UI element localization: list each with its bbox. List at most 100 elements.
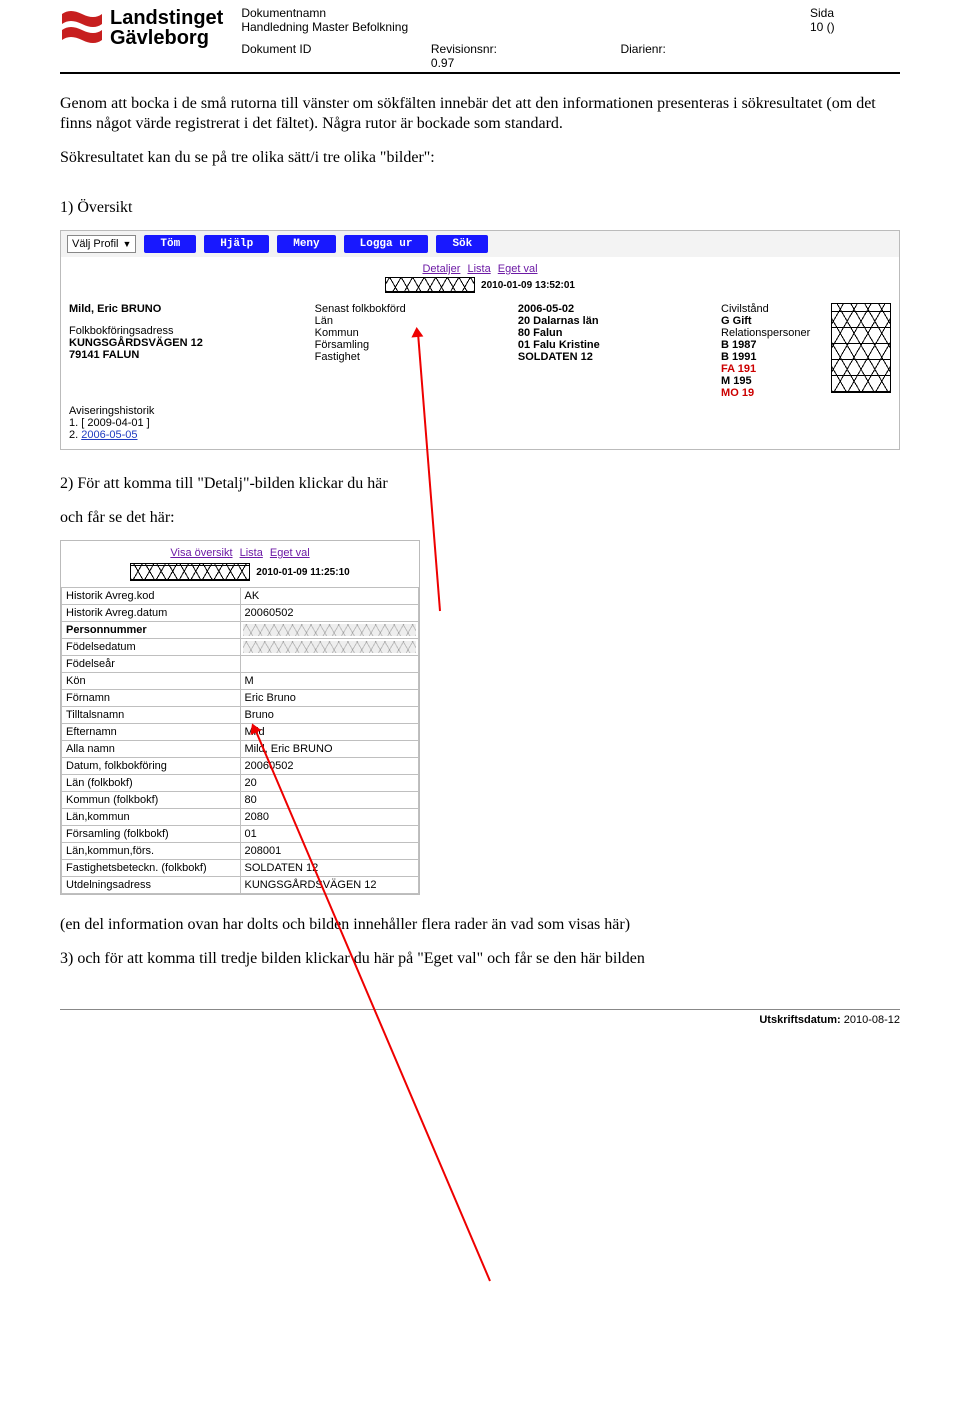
detail-value: SOLDATEN 12 xyxy=(240,860,419,877)
heading-1: 1) Översikt xyxy=(60,198,900,218)
document-header: Landstinget Gävleborg Dokumentnamn Handl… xyxy=(60,6,900,74)
detail-value: 2080 xyxy=(240,809,419,826)
overview-tabs: Detaljer Lista Eget val xyxy=(61,257,899,277)
detail-label: Kommun (folkbokf) xyxy=(62,792,241,809)
hdr-dokid-label: Dokument ID xyxy=(241,42,431,56)
tab-lista[interactable]: Lista xyxy=(467,263,490,275)
personnummer-mosaic-icon xyxy=(385,277,475,293)
btn-loggaur[interactable]: Logga ur xyxy=(344,235,429,253)
detail-label: Födelsedatum xyxy=(62,639,241,656)
footer-value: 2010-08-12 xyxy=(844,1014,900,1026)
paragraph-3: 2) För att komma till "Detalj"-bilden kl… xyxy=(60,474,900,494)
logo: Landstinget Gävleborg xyxy=(60,6,223,50)
btn-hjalp[interactable]: Hjälp xyxy=(204,235,269,253)
lbl-senast: Senast folkbokförd xyxy=(315,303,506,315)
table-row: Födelseår xyxy=(62,656,419,673)
addr-label: Folkbokföringsadress xyxy=(69,325,303,337)
hdr-sida-label: Sida xyxy=(810,6,900,20)
table-row: FörnamnEric Bruno xyxy=(62,690,419,707)
hdr-dokumentnamn-label: Dokumentnamn xyxy=(241,6,431,20)
hdr-dokumentnamn-value: Handledning Master Befolkning xyxy=(241,20,431,34)
detail-label: Datum, folkbokföring xyxy=(62,758,241,775)
detail-value: 20 xyxy=(240,775,419,792)
btn-meny[interactable]: Meny xyxy=(277,235,335,253)
avis-1: 1. [ 2009-04-01 ] xyxy=(69,417,891,429)
profile-select[interactable]: Välj Profil ▼ xyxy=(67,235,136,253)
val-lan: 20 Dalarnas län xyxy=(518,315,709,327)
detail-value xyxy=(240,656,419,673)
lbl-fastighet: Fastighet xyxy=(315,351,506,363)
toolbar: Välj Profil ▼ Töm Hjälp Meny Logga ur Sö… xyxy=(61,231,899,257)
detail-label: Län,kommun xyxy=(62,809,241,826)
detail-label: Historik Avreg.datum xyxy=(62,605,241,622)
landstinget-logo-icon xyxy=(60,6,104,50)
table-row: Födelsedatum xyxy=(62,639,419,656)
lbl-lan: Län xyxy=(315,315,506,327)
detail-value: AK xyxy=(240,588,419,605)
footer: Utskriftsdatum: 2010-08-12 xyxy=(60,1009,900,1026)
tab-egetval[interactable]: Eget val xyxy=(498,263,538,275)
table-row: Personnummer xyxy=(62,622,419,639)
overview-screenshot: Välj Profil ▼ Töm Hjälp Meny Logga ur Sö… xyxy=(60,230,900,450)
overview-timestamp: 2010-01-09 13:52:01 xyxy=(481,280,575,291)
detail-table: Historik Avreg.kodAKHistorik Avreg.datum… xyxy=(61,587,419,894)
detail-label: Efternamn xyxy=(62,724,241,741)
detail-label: Personnummer xyxy=(62,622,241,639)
detail-value: M xyxy=(240,673,419,690)
tab-lista-2[interactable]: Lista xyxy=(240,547,263,559)
overview-name: Mild, Eric BRUNO xyxy=(69,303,303,315)
footer-label: Utskriftsdatum: xyxy=(759,1014,840,1026)
paragraph-6: 3) och för att komma till tredje bilden … xyxy=(60,949,900,969)
val-forsamling: 01 Falu Kristine xyxy=(518,339,709,351)
hdr-sida-value: 10 () xyxy=(810,20,900,34)
detail-label: Utdelningsadress xyxy=(62,877,241,894)
addr-line2: 79141 FALUN xyxy=(69,349,303,361)
detail-label: Län (folkbokf) xyxy=(62,775,241,792)
val-kommun: 80 Falun xyxy=(518,327,709,339)
avis-2-link[interactable]: 2006-05-05 xyxy=(81,429,137,441)
detail-label: Fastighetsbeteckn. (folkbokf) xyxy=(62,860,241,877)
detail-timestamp: 2010-01-09 11:25:10 xyxy=(256,567,349,578)
table-row: UtdelningsadressKUNGSGÅRDSVÄGEN 12 xyxy=(62,877,419,894)
profile-select-label: Välj Profil xyxy=(72,238,118,250)
paragraph-4: och får se det här: xyxy=(60,508,900,528)
detail-label: Församling (folkbokf) xyxy=(62,826,241,843)
avis-label: Aviseringshistorik xyxy=(69,405,891,417)
lbl-kommun: Kommun xyxy=(315,327,506,339)
lbl-forsamling: Församling xyxy=(315,339,506,351)
detail-value: 80 xyxy=(240,792,419,809)
detail-label: Alla namn xyxy=(62,741,241,758)
table-row: Historik Avreg.datum20060502 xyxy=(62,605,419,622)
detail-value: Mild, Eric BRUNO xyxy=(240,741,419,758)
table-row: KönM xyxy=(62,673,419,690)
btn-tom[interactable]: Töm xyxy=(144,235,196,253)
detail-value xyxy=(240,622,419,639)
table-row: TilltalsnamnBruno xyxy=(62,707,419,724)
avis-2-pre: 2. xyxy=(69,429,81,441)
btn-sok[interactable]: Sök xyxy=(436,235,488,253)
detail-label: Län,kommun,förs. xyxy=(62,843,241,860)
paragraph-5: (en del information ovan har dolts och b… xyxy=(60,915,900,935)
tab-egetval-2[interactable]: Eget val xyxy=(270,547,310,559)
detail-label: Födelseår xyxy=(62,656,241,673)
detail-label: Kön xyxy=(62,673,241,690)
detail-value: Bruno xyxy=(240,707,419,724)
detail-label: Tilltalsnamn xyxy=(62,707,241,724)
table-row: Datum, folkbokföring20060502 xyxy=(62,758,419,775)
detail-value: 208001 xyxy=(240,843,419,860)
table-row: Församling (folkbokf)01 xyxy=(62,826,419,843)
detail-label: Historik Avreg.kod xyxy=(62,588,241,605)
val-senast: 2006-05-02 xyxy=(518,303,709,315)
tab-detaljer[interactable]: Detaljer xyxy=(422,263,460,275)
chevron-down-icon: ▼ xyxy=(122,239,131,249)
tab-visa-oversikt[interactable]: Visa översikt xyxy=(170,547,232,559)
logo-text-2: Gävleborg xyxy=(110,28,223,48)
val-fastighet: SOLDATEN 12 xyxy=(518,351,709,363)
detail-value: KUNGSGÅRDSVÄGEN 12 xyxy=(240,877,419,894)
table-row: Historik Avreg.kodAK xyxy=(62,588,419,605)
addr-line1: KUNGSGÅRDSVÄGEN 12 xyxy=(69,337,303,349)
table-row: Alla namnMild, Eric BRUNO xyxy=(62,741,419,758)
detail-value: 20060502 xyxy=(240,605,419,622)
detail-value: 20060502 xyxy=(240,758,419,775)
detail-mosaic-icon xyxy=(130,563,250,581)
